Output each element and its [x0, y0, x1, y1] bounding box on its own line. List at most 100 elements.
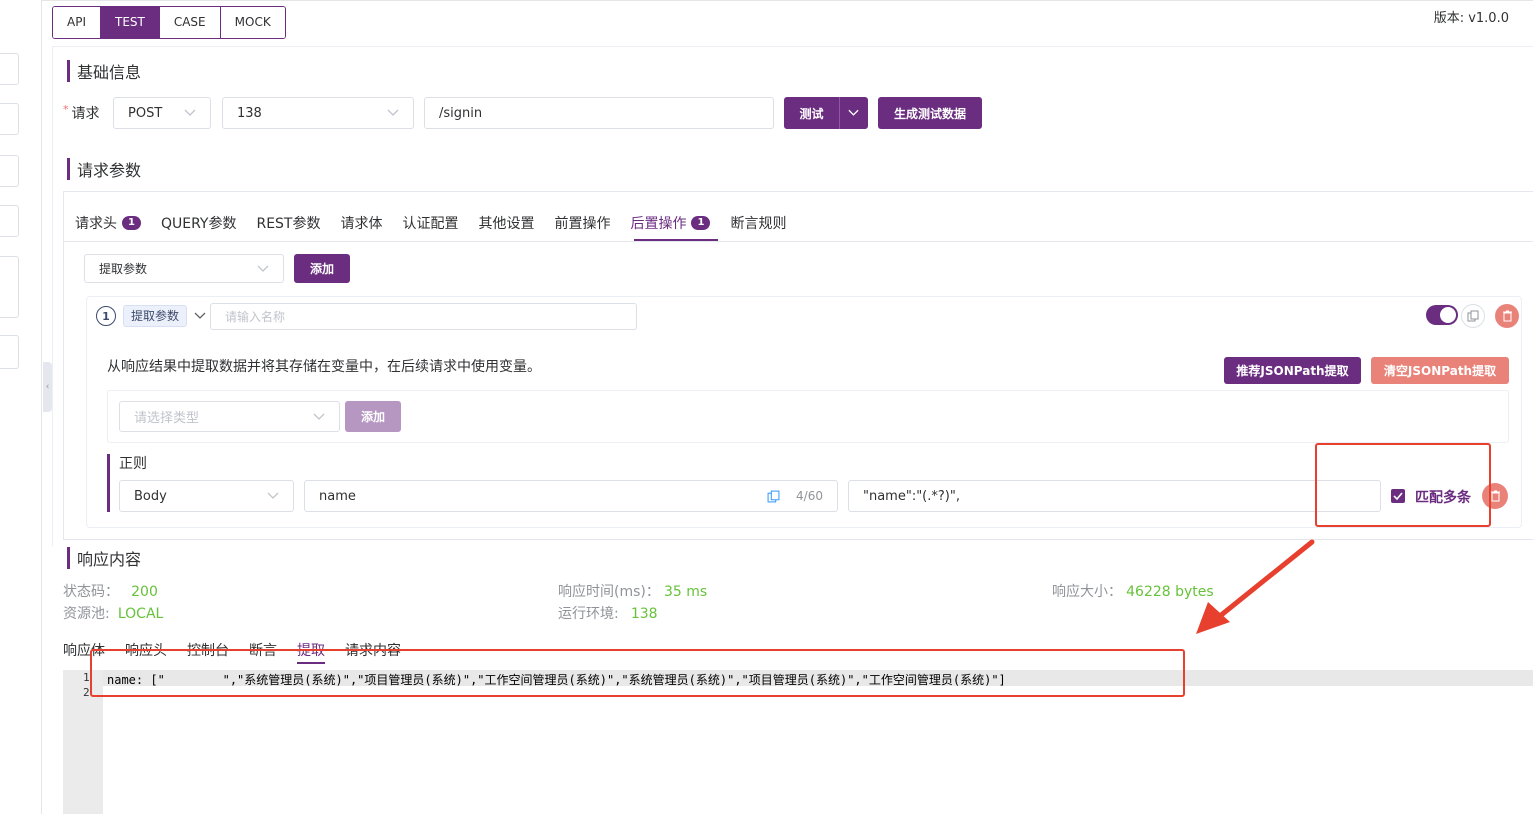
params-tabs: 请求头 1 QUERY参数 REST参数 请求体 认证配置 其他设置 前置操作 后…	[75, 212, 806, 234]
status-code-value: 200	[131, 584, 158, 600]
environment-value: 138	[237, 105, 262, 121]
variable-name-value: name	[319, 488, 356, 504]
extract-description: 从响应结果中提取数据并将其存储在变量中，在后续请求中使用变量。	[107, 359, 541, 375]
operation-type-select[interactable]: 提取参数	[84, 254, 284, 283]
required-mark: *	[63, 103, 69, 116]
add-operation-button[interactable]: 添加	[294, 254, 350, 283]
step-number: 1	[96, 306, 116, 326]
regex-expression-value: "name":"(.*?)",	[863, 488, 960, 504]
method-value: POST	[128, 105, 163, 121]
tab-request-headers[interactable]: 请求头 1	[75, 212, 141, 234]
operation-type-value: 提取参数	[99, 262, 148, 276]
copy-icon[interactable]	[767, 490, 780, 503]
source-value: Body	[134, 488, 167, 504]
mode-tabs: API TEST CASE MOCK	[52, 6, 286, 39]
left-sidebar	[0, 0, 42, 814]
tab-request-body[interactable]: 请求体	[340, 212, 382, 234]
tab-query-params[interactable]: QUERY参数	[161, 212, 237, 234]
variable-name-input[interactable]: name 4/60	[304, 480, 838, 512]
chevron-down-icon[interactable]	[848, 109, 859, 117]
section-params-title: 请求参数	[67, 157, 141, 181]
copy-icon	[1467, 310, 1479, 322]
sidebar-select-2[interactable]	[0, 155, 19, 187]
sidebar-textarea-1[interactable]	[0, 256, 19, 318]
tab-auth-config[interactable]: 认证配置	[402, 212, 458, 234]
tab-mock[interactable]: MOCK	[220, 7, 285, 38]
char-counter: 4/60	[796, 489, 823, 503]
response-size-label: 响应大小：	[1052, 584, 1122, 600]
copy-button[interactable]	[1461, 304, 1485, 328]
regex-title: 正则	[119, 456, 147, 472]
request-label: * 请求	[63, 103, 100, 123]
tab-rest-params[interactable]: REST参数	[256, 212, 320, 234]
chevron-down-icon	[267, 492, 279, 499]
tab-post-operations[interactable]: 后置操作 1	[630, 212, 711, 234]
sidebar-select-3[interactable]	[0, 205, 19, 237]
sidebar-textarea-2[interactable]	[0, 335, 19, 369]
name-placeholder: 请输入名称	[225, 310, 286, 324]
resource-pool-value: LOCAL	[117, 606, 164, 622]
resource-pool-label: 资源池:	[63, 606, 110, 622]
chevron-down-icon[interactable]	[194, 312, 206, 320]
section-response-title: 响应内容	[67, 546, 141, 570]
trash-icon	[1490, 490, 1500, 502]
arrow-annotation	[1196, 539, 1315, 634]
section-params-label: 请求参数	[77, 161, 142, 180]
clear-jsonpath-button[interactable]: 清空JSONPath提取	[1371, 357, 1509, 384]
run-env-label: 运行环境:	[558, 606, 619, 622]
environment-select[interactable]: 138	[222, 97, 414, 129]
generate-test-data-button[interactable]: 生成测试数据	[878, 97, 982, 129]
tab-assertion-rules[interactable]: 断言规则	[730, 212, 786, 234]
path-value: /signin	[439, 105, 483, 121]
test-button-label[interactable]: 测试	[784, 105, 839, 122]
line-number: 2	[83, 686, 90, 699]
section-bar	[67, 60, 70, 82]
section-response-label: 响应内容	[77, 550, 142, 569]
status-code-row: 状态码： 200	[63, 581, 158, 601]
section-bar	[67, 158, 70, 180]
trash-icon	[1502, 310, 1512, 322]
regex-expression-input[interactable]: "name":"(.*?)",	[848, 480, 1381, 512]
section-basic-title: 基础信息	[67, 59, 141, 83]
test-split-button[interactable]: 测试	[784, 97, 868, 129]
split-divider	[839, 97, 840, 129]
sidebar-input-1[interactable]	[0, 53, 19, 85]
operation-tag: 提取参数	[123, 305, 188, 327]
version-label: 版本: v1.0.0	[1433, 11, 1509, 26]
collapse-handle[interactable]: ‹	[43, 362, 52, 412]
run-env-row: 运行环境: 138	[558, 603, 658, 623]
section-bar	[67, 547, 70, 569]
type-placeholder: 请选择类型	[134, 411, 200, 426]
count-badge: 1	[691, 216, 711, 230]
run-env-value: 138	[630, 606, 658, 622]
count-badge: 1	[122, 216, 141, 230]
tab-label: 请求头	[75, 216, 117, 232]
tab-label: 后置操作	[630, 216, 687, 232]
status-code-label: 状态码：	[63, 584, 119, 600]
recommend-jsonpath-button[interactable]: 推荐JSONPath提取	[1224, 357, 1361, 384]
path-input[interactable]: /signin	[424, 97, 774, 129]
add-type-button[interactable]: 添加	[345, 401, 401, 432]
enable-toggle[interactable]	[1426, 305, 1458, 325]
line-number: 1	[83, 671, 90, 684]
tab-test[interactable]: TEST	[100, 7, 160, 38]
delete-card-button[interactable]	[1495, 304, 1519, 328]
annotation-box-result	[90, 649, 1185, 697]
top-divider	[42, 0, 1533, 1]
response-time-row: 响应时间(ms)： 35 ms	[558, 581, 707, 601]
extract-name-input[interactable]: 请输入名称	[210, 303, 637, 330]
method-select[interactable]: POST	[113, 97, 211, 129]
regex-bar	[107, 454, 110, 512]
source-select[interactable]: Body	[119, 480, 294, 512]
active-tab-indicator	[634, 239, 718, 241]
tab-api[interactable]: API	[53, 7, 101, 38]
sidebar-select-1[interactable]	[0, 103, 19, 135]
tab-other-settings[interactable]: 其他设置	[478, 212, 534, 234]
tab-case[interactable]: CASE	[159, 7, 221, 38]
chevron-down-icon	[257, 265, 269, 272]
extract-type-select[interactable]: 请选择类型	[119, 401, 340, 432]
request-label-text: 请求	[71, 106, 100, 122]
tab-pre-operations[interactable]: 前置操作	[554, 212, 610, 234]
response-time-label: 响应时间(ms)：	[558, 584, 660, 600]
chevron-down-icon	[184, 109, 196, 116]
